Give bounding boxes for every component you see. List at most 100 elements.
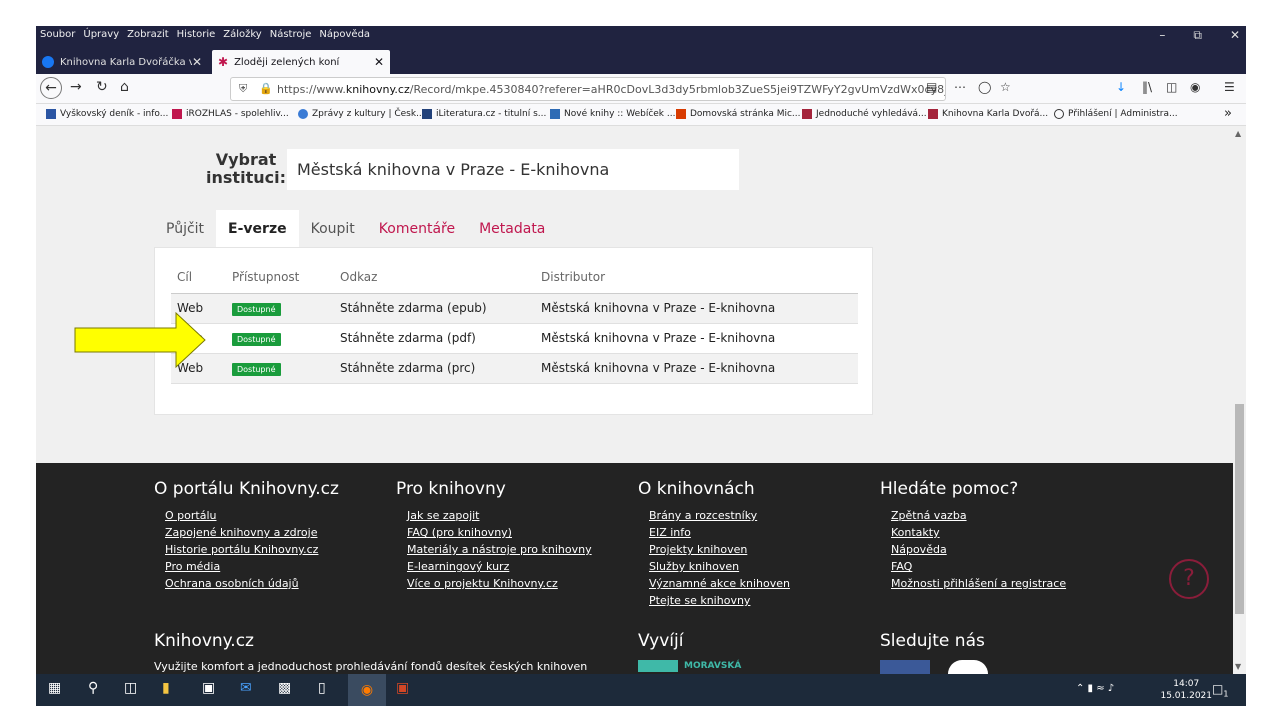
taskbar-clock[interactable]: 14:07 15.01.2021 [1160,678,1212,702]
bookmark-icon [928,109,938,119]
library-icon[interactable]: ‖\ [1142,80,1152,94]
footer-link[interactable]: Zapojené knihovny a zdroje [165,524,339,541]
windows-start-icon[interactable]: ▦ [48,680,61,696]
forward-icon[interactable]: → [70,79,82,95]
reload-icon[interactable]: ↻ [96,79,108,95]
table-row: Web Dostupné Stáhněte zdarma (pdf) Městs… [171,324,858,354]
bookmark-star-icon[interactable]: ☆ [1000,80,1011,94]
bookmark-item[interactable]: Knihovna Karla Dvořá... [928,109,1048,119]
footer-link[interactable]: Projekty knihoven [649,541,790,558]
back-icon[interactable]: ← [40,77,62,99]
footer-column-help: Hledáte pomoc? Zpětná vazba Kontakty Náp… [880,479,1066,592]
shield-icon[interactable]: ⛨ [239,82,247,96]
close-tab-icon[interactable]: ✕ [374,55,384,69]
footer-link[interactable]: Více o projektu Knihovny.cz [407,575,592,592]
download-link-pdf[interactable]: Stáhněte zdarma (pdf) [340,331,476,345]
annotation-arrow-icon [74,312,206,368]
bookmark-item[interactable]: Přihlášení | Administra... [1054,109,1178,119]
powerpoint-taskbar-icon[interactable]: ▣ [396,680,409,696]
bookmark-item[interactable]: Domovská stránka Mic... [676,109,801,119]
firefox-taskbar-icon[interactable]: ◉ [348,674,386,706]
download-link-prc[interactable]: Stáhněte zdarma (prc) [340,361,475,375]
footer-link[interactable]: Zpětná vazba [891,507,1066,524]
browser-tab-active[interactable]: ✱ Zloději zelených koní ✕ [212,50,390,74]
scroll-down-icon[interactable]: ▼ [1235,662,1241,671]
page-scrollbar[interactable]: ▲ ▼ [1233,126,1246,674]
navigation-bar: ← → ↻ ⌂ ⛨ 🔒 https://www. knihovny.cz/Reco… [36,74,1246,104]
file-explorer-icon[interactable]: ▮ [162,680,170,696]
help-chat-icon[interactable]: ? [1169,559,1209,599]
menu-napoveda[interactable]: Nápověda [319,29,370,40]
menu-historie[interactable]: Historie [177,29,216,40]
search-icon[interactable]: ⚲ [88,680,98,696]
footer-link[interactable]: O portálu [165,507,339,524]
menu-zalozky[interactable]: Záložky [223,29,261,40]
bookmark-item[interactable]: Nové knihy :: Webíček ... [550,109,675,119]
tab-e-verze[interactable]: E-verze [216,210,299,248]
notes-app-icon[interactable]: ▯ [318,680,326,696]
sidebar-icon[interactable]: ◫ [1166,80,1177,94]
social-circle-icon[interactable] [948,660,988,674]
footer-link[interactable]: Brány a rozcestníky [649,507,790,524]
footer-link[interactable]: Historie portálu Knihovny.cz [165,541,339,558]
restore-icon[interactable]: ⧉ [1193,28,1202,43]
network-app-icon[interactable]: ▩ [278,680,291,696]
footer-link[interactable]: Kontakty [891,524,1066,541]
download-link-epub[interactable]: Stáhněte zdarma (epub) [340,301,487,315]
notifications-icon[interactable]: □1 [1212,682,1228,698]
bookmark-item[interactable]: Zprávy z kultury | Česk... [298,109,425,119]
menu-upravy[interactable]: Úpravy [83,29,119,40]
mail-icon[interactable]: ✉ [240,680,252,696]
bookmark-item[interactable]: Vyškovský deník - info... [46,109,168,119]
minimize-icon[interactable]: – [1159,28,1165,43]
menu-nastroje[interactable]: Nástroje [270,29,312,40]
facebook-social-icon[interactable] [880,660,930,674]
hamburger-menu-icon[interactable]: ☰ [1224,80,1235,94]
url-bar[interactable]: ⛨ 🔒 https://www. knihovny.cz/Record/mkpe.… [230,77,946,101]
tab-pujcit[interactable]: Půjčit [154,210,216,248]
browser-tab-knihovna[interactable]: Knihovna Karla Dvořáčka ve Vy ✕ [36,50,208,74]
footer-link[interactable]: FAQ [891,558,1066,575]
footer-link[interactable]: Ptejte se knihovny [649,592,790,609]
system-tray-icons[interactable]: ⌃ ▮ ≈ ♪ [1076,683,1114,694]
mzk-logo-icon [638,660,678,672]
menu-soubor[interactable]: Soubor [40,29,75,40]
facebook-icon [42,56,54,68]
account-icon[interactable]: ◉ [1190,80,1200,94]
menu-zobrazit[interactable]: Zobrazit [127,29,169,40]
footer-link[interactable]: Možnosti přihlášení a registrace [891,575,1066,592]
more-bookmarks-icon[interactable]: » [1224,106,1232,121]
institution-select[interactable]: Městská knihovna v Praze - E-knihovna [287,149,739,190]
tab-komentare[interactable]: Komentáře [367,210,467,248]
home-icon[interactable]: ⌂ [120,79,129,95]
close-window-icon[interactable]: ✕ [1230,28,1240,43]
footer-link[interactable]: Pro média [165,558,339,575]
footer-link[interactable]: FAQ (pro knihovny) [407,524,592,541]
bookmark-item[interactable]: iLiteratura.cz - titulní s... [422,109,546,119]
tab-koupit[interactable]: Koupit [299,210,367,248]
scrollbar-thumb[interactable] [1235,404,1244,614]
footer-link[interactable]: EIZ info [649,524,790,541]
scroll-up-icon[interactable]: ▲ [1235,129,1241,138]
bookmark-item[interactable]: Jednoduché vyhledává... [802,109,927,119]
table-header: Cíl Přístupnost Odkaz Distributor [171,262,858,294]
close-tab-icon[interactable]: ✕ [192,55,202,69]
store-icon[interactable]: ▣ [202,680,215,696]
download-icon[interactable]: ↓ [1116,80,1126,94]
footer-link[interactable]: Nápověda [891,541,1066,558]
footer-heading: Hledáte pomoc? [880,479,1019,499]
more-actions-icon[interactable]: ⋯ [954,80,966,94]
bookmark-icon [802,109,812,119]
footer-link[interactable]: E-learningový kurz [407,558,592,575]
footer-link[interactable]: Jak se zapojit [407,507,592,524]
pocket-icon[interactable]: ◯ [978,80,991,94]
reader-icon[interactable]: ▤ [926,80,937,94]
tab-metadata[interactable]: Metadata [467,210,557,248]
footer-link[interactable]: Ochrana osobních údajů [165,575,339,592]
url-domain: knihovny.cz [345,82,410,96]
footer-link[interactable]: Materiály a nástroje pro knihovny [407,541,592,558]
bookmark-item[interactable]: iROZHLAS - spolehliv... [172,109,289,119]
footer-link[interactable]: Významné akce knihoven [649,575,790,592]
task-view-icon[interactable]: ◫ [124,680,137,696]
footer-link[interactable]: Služby knihoven [649,558,790,575]
